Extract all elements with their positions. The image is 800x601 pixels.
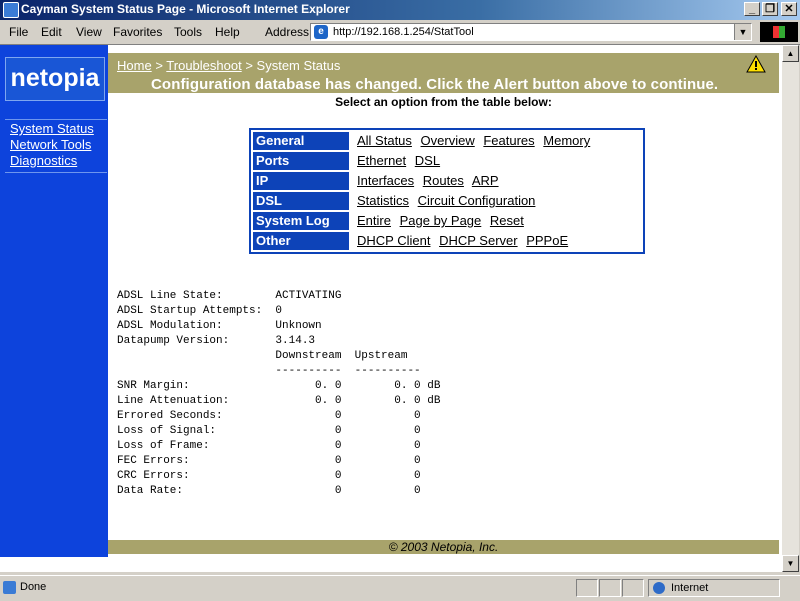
address-url[interactable]: http://192.168.1.254/StatTool (333, 26, 474, 38)
window-title: Cayman System Status Page - Microsoft In… (21, 2, 350, 16)
title-bar: Cayman System Status Page - Microsoft In… (0, 0, 800, 20)
menu-tools[interactable]: Tools (174, 25, 202, 39)
link-entire[interactable]: Entire (357, 213, 391, 228)
link-all-status[interactable]: All Status (357, 133, 412, 148)
scroll-up-icon[interactable]: ▲ (782, 45, 799, 62)
status-panel (622, 579, 644, 597)
breadcrumb-separator: > (245, 58, 253, 73)
netopia-logo: netopia (5, 57, 105, 101)
breadcrumb-home[interactable]: Home (117, 58, 152, 73)
status-bar: Done Internet (0, 575, 800, 601)
header-banner: Home > Troubleshoot > System Status Conf… (108, 53, 779, 93)
options-table: General All Status Overview Features Mem… (249, 128, 645, 254)
table-row: System Log Entire Page by Page Reset (253, 212, 641, 230)
globe-icon (653, 582, 665, 594)
page-done-icon (3, 581, 16, 594)
address-dropdown-icon[interactable]: ▼ (734, 24, 751, 40)
link-statistics[interactable]: Statistics (357, 193, 409, 208)
table-row: IP Interfaces Routes ARP (253, 172, 641, 190)
menu-view[interactable]: View (76, 25, 102, 39)
link-reset[interactable]: Reset (490, 213, 524, 228)
row-label-ports: Ports (253, 152, 349, 170)
dsl-statistics-text: ADSL Line State: ACTIVATING ADSL Startup… (117, 290, 441, 497)
link-dhcp-client[interactable]: DHCP Client (357, 233, 430, 248)
link-pppoe[interactable]: PPPoE (526, 233, 568, 248)
instruction-text: Select an option from the table below: (335, 95, 552, 109)
link-features[interactable]: Features (483, 133, 534, 148)
vertical-scrollbar[interactable]: ▲ ▼ (782, 45, 799, 572)
row-label-system-log: System Log (253, 212, 349, 230)
minimize-button[interactable]: _ (744, 2, 760, 16)
row-label-ip: IP (253, 172, 349, 190)
status-text: Done (20, 581, 47, 593)
link-dsl-port[interactable]: DSL (415, 153, 440, 168)
row-label-other: Other (253, 232, 349, 250)
sidebar: netopia System Status Network Tools Diag… (0, 45, 108, 557)
link-ethernet[interactable]: Ethernet (357, 153, 406, 168)
row-label-general: General (253, 132, 349, 150)
logo-text: netopia (10, 64, 100, 92)
link-memory[interactable]: Memory (543, 133, 590, 148)
zone-label: Internet (671, 582, 709, 594)
breadcrumb: Home > Troubleshoot > System Status (117, 58, 340, 73)
alert-warning-icon[interactable] (746, 55, 766, 73)
menu-help[interactable]: Help (215, 25, 240, 39)
menu-favorites[interactable]: Favorites (113, 25, 162, 39)
maximize-button[interactable]: ❐ (762, 2, 778, 16)
table-row: DSL Statistics Circuit Configuration (253, 192, 641, 210)
address-bar[interactable]: e http://192.168.1.254/StatTool ▼ (310, 23, 752, 41)
link-page-by-page[interactable]: Page by Page (400, 213, 482, 228)
divider (5, 172, 107, 173)
security-zone: Internet (648, 579, 780, 597)
close-button[interactable]: ✕ (781, 2, 797, 16)
link-arp[interactable]: ARP (472, 173, 499, 188)
link-overview[interactable]: Overview (421, 133, 475, 148)
footer-copyright: © 2003 Netopia, Inc. (108, 540, 779, 554)
page-icon: e (314, 25, 328, 39)
breadcrumb-separator: > (155, 58, 163, 73)
link-interfaces[interactable]: Interfaces (357, 173, 414, 188)
table-row: Other DHCP Client DHCP Server PPPoE (253, 232, 641, 250)
scroll-down-icon[interactable]: ▼ (782, 555, 799, 572)
breadcrumb-current: System Status (256, 58, 341, 73)
link-routes[interactable]: Routes (423, 173, 464, 188)
menu-file[interactable]: File (9, 25, 28, 39)
sidebar-link-system-status[interactable]: System Status (10, 121, 94, 136)
sidebar-link-diagnostics[interactable]: Diagnostics (10, 153, 77, 168)
ie-app-icon[interactable] (3, 2, 19, 18)
alert-message: Configuration database has changed. Clic… (151, 76, 719, 93)
breadcrumb-troubleshoot[interactable]: Troubleshoot (166, 58, 241, 73)
status-panel (599, 579, 621, 597)
row-label-dsl: DSL (253, 192, 349, 210)
table-row: Ports Ethernet DSL (253, 152, 641, 170)
status-panel (576, 579, 598, 597)
sidebar-link-network-tools[interactable]: Network Tools (10, 137, 91, 152)
address-label: Address (265, 25, 310, 39)
table-row: General All Status Overview Features Mem… (253, 132, 641, 150)
link-circuit-configuration[interactable]: Circuit Configuration (418, 193, 536, 208)
menu-edit[interactable]: Edit (41, 25, 62, 39)
page-content: netopia System Status Network Tools Diag… (0, 45, 782, 572)
link-dhcp-server[interactable]: DHCP Server (439, 233, 518, 248)
divider (5, 119, 107, 120)
windows-logo-icon (760, 22, 798, 42)
